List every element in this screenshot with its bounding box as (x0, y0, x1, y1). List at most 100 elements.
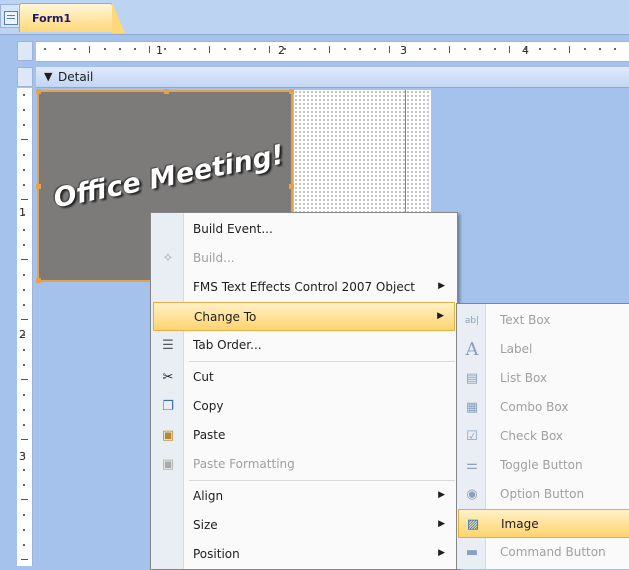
submenu-arrow-icon: ▶ (438, 519, 445, 529)
ruler-tick (389, 46, 390, 53)
ruler-tick (314, 48, 316, 50)
ruler-tick (23, 364, 25, 366)
menu-item-label: Build... (193, 251, 235, 265)
copy-icon: ❐ (162, 399, 174, 414)
text-box-icon: ab| (464, 316, 480, 326)
section-selector[interactable] (17, 67, 33, 87)
ruler-tick (23, 424, 25, 426)
ruler-tick (23, 469, 25, 471)
menu-item-label: Tab Order... (193, 338, 262, 352)
resize-handle[interactable] (289, 89, 294, 94)
menu-item-size[interactable]: Size ▶ (153, 511, 455, 540)
submenu-item-combo-box[interactable]: ▦ Combo Box (458, 393, 629, 422)
submenu-item-label: Label (500, 342, 533, 356)
submenu-item-label: Option Button (500, 487, 585, 501)
ruler-tick (23, 274, 25, 276)
ruler-tick (23, 169, 25, 171)
menu-item-fms-text-effects[interactable]: FMS Text Effects Control 2007 Object ▶ (153, 273, 455, 302)
menu-item-paste[interactable]: ▣ Paste (153, 421, 455, 450)
ruler-tick (44, 48, 46, 50)
design-grid[interactable] (294, 90, 431, 220)
resize-handle[interactable] (289, 184, 294, 189)
tab-form1[interactable]: Form1 (19, 3, 125, 33)
ruler-number: 3 (400, 44, 407, 57)
submenu-item-label: List Box (500, 371, 548, 385)
ruler-tick (554, 48, 556, 50)
ruler-tick (284, 48, 286, 50)
toggle-button-icon: ⚌ (466, 458, 478, 473)
ruler-tick (74, 48, 76, 50)
ruler-tick (21, 379, 28, 380)
menu-item-align[interactable]: Align ▶ (153, 482, 455, 511)
menu-item-label: Position (193, 547, 240, 561)
ruler-tick (23, 394, 25, 396)
menu-item-label: Size (193, 518, 218, 532)
menu-item-label: Build Event... (193, 222, 273, 236)
ruler-number: 3 (19, 450, 26, 463)
ruler-tick (179, 48, 181, 50)
ruler-tick (569, 46, 570, 53)
submenu-arrow-icon: ▶ (437, 311, 444, 321)
submenu-item-image[interactable]: ▨ Image (458, 509, 629, 538)
submenu-item-label: Toggle Button (500, 458, 583, 472)
list-box-icon: ▤ (465, 371, 479, 386)
ruler-tick (479, 48, 481, 50)
submenu-item-command-button[interactable]: ▬ Command Button (458, 538, 629, 567)
ruler-tick (164, 48, 166, 50)
ruler-tick (23, 409, 25, 411)
submenu-item-label[interactable]: A Label (458, 335, 629, 364)
combo-box-icon: ▦ (465, 400, 479, 415)
submenu-item-toggle-button[interactable]: ⚌ Toggle Button (458, 451, 629, 480)
resize-handle[interactable] (36, 278, 41, 283)
menu-item-build[interactable]: ✧ Build... (153, 244, 455, 273)
submenu-arrow-icon: ▶ (438, 548, 445, 558)
ruler-tick (599, 48, 601, 50)
ruler-corner (17, 41, 33, 61)
vertical-ruler: 1 2 3 (17, 88, 33, 566)
ruler-tick (134, 48, 136, 50)
ruler-tick (23, 484, 25, 486)
submenu-item-text-box[interactable]: ab| Text Box (458, 306, 629, 335)
section-label: Detail (58, 70, 94, 84)
tab-title: Form1 (32, 12, 72, 25)
submenu-item-list-box[interactable]: ▤ List Box (458, 364, 629, 393)
context-menu: Build Event... ✧ Build... FMS Text Effec… (150, 212, 458, 570)
resize-handle[interactable] (164, 89, 169, 94)
menu-item-label: Copy (193, 399, 224, 413)
detail-section-header[interactable]: ▼ Detail (36, 67, 629, 88)
submenu-item-label: Image (501, 517, 539, 531)
horizontal-ruler: 1 2 3 4 (36, 41, 629, 62)
menu-item-change-to[interactable]: Change To ▶ (153, 302, 455, 331)
image-icon: ▨ (466, 517, 480, 532)
ruler-tick (21, 139, 28, 140)
submenu-item-label: Command Button (500, 545, 606, 559)
form-selector[interactable] (0, 4, 20, 28)
ruler-tick (269, 46, 270, 53)
scissors-icon: ✂ (162, 370, 174, 385)
submenu-item-check-box[interactable]: ☑ Check Box (458, 422, 629, 451)
ruler-number: 2 (278, 44, 285, 57)
ruler-tick (23, 124, 25, 126)
ruler-tick (449, 46, 450, 53)
ruler-tick (329, 46, 330, 53)
menu-item-copy[interactable]: ❐ Copy (153, 392, 455, 421)
build-icon: ✧ (162, 251, 174, 266)
ruler-number: 1 (19, 206, 26, 219)
menu-item-label: Change To (194, 310, 257, 324)
resize-handle[interactable] (36, 89, 41, 94)
resize-handle[interactable] (36, 184, 41, 189)
ruler-tick (23, 244, 25, 246)
ruler-tick (419, 48, 421, 50)
ruler-tick (524, 48, 526, 50)
menu-item-tab-order[interactable]: ☰ Tab Order... (153, 331, 455, 360)
menu-item-paste-formatting[interactable]: ▣ Paste Formatting (153, 450, 455, 479)
menu-item-cut[interactable]: ✂ Cut (153, 363, 455, 392)
ruler-tick (104, 48, 106, 50)
ruler-tick (21, 259, 28, 260)
menu-item-position[interactable]: Position ▶ (153, 540, 455, 569)
ruler-tick (23, 454, 25, 456)
submenu-item-option-button[interactable]: ◉ Option Button (458, 480, 629, 509)
menu-item-build-event[interactable]: Build Event... (153, 215, 455, 244)
menu-item-label: Cut (193, 370, 214, 384)
submenu-arrow-icon: ▶ (438, 490, 445, 500)
